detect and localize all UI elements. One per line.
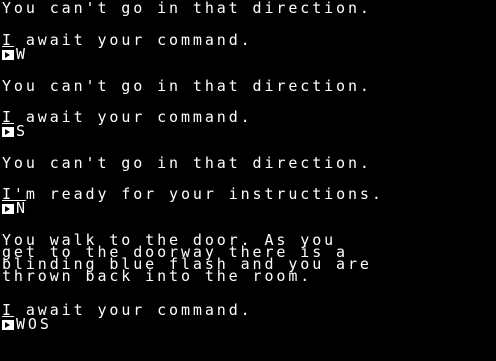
prompt-arrow-icon bbox=[2, 320, 14, 330]
prompt-arrow-icon bbox=[2, 50, 14, 60]
command-input-line[interactable]: WOS bbox=[2, 317, 52, 332]
output-line: thrown back into the room. bbox=[2, 267, 313, 285]
entered-command: S bbox=[16, 122, 28, 141]
output-line: You can't go in that direction. bbox=[2, 154, 372, 172]
command-input-line[interactable]: W bbox=[2, 45, 28, 64]
command-prompt-text: I await your command. bbox=[2, 31, 253, 49]
entered-command: N bbox=[16, 199, 28, 218]
output-line: You can't go in that direction. bbox=[2, 0, 372, 17]
entered-command: W bbox=[16, 45, 28, 64]
prompt-arrow-icon bbox=[2, 204, 14, 214]
prompt-arrow-icon bbox=[2, 127, 14, 137]
output-line: You can't go in that direction. bbox=[2, 77, 372, 95]
command-prompt-text: I await your command. bbox=[2, 108, 253, 126]
current-command-input[interactable]: WOS bbox=[16, 317, 52, 332]
command-prompt-text: I'm ready for your instructions. bbox=[2, 185, 384, 203]
game-text-screen: You can't go in that direction. I await … bbox=[0, 0, 496, 361]
command-input-line[interactable]: S bbox=[2, 122, 28, 141]
command-input-line[interactable]: N bbox=[2, 199, 28, 218]
